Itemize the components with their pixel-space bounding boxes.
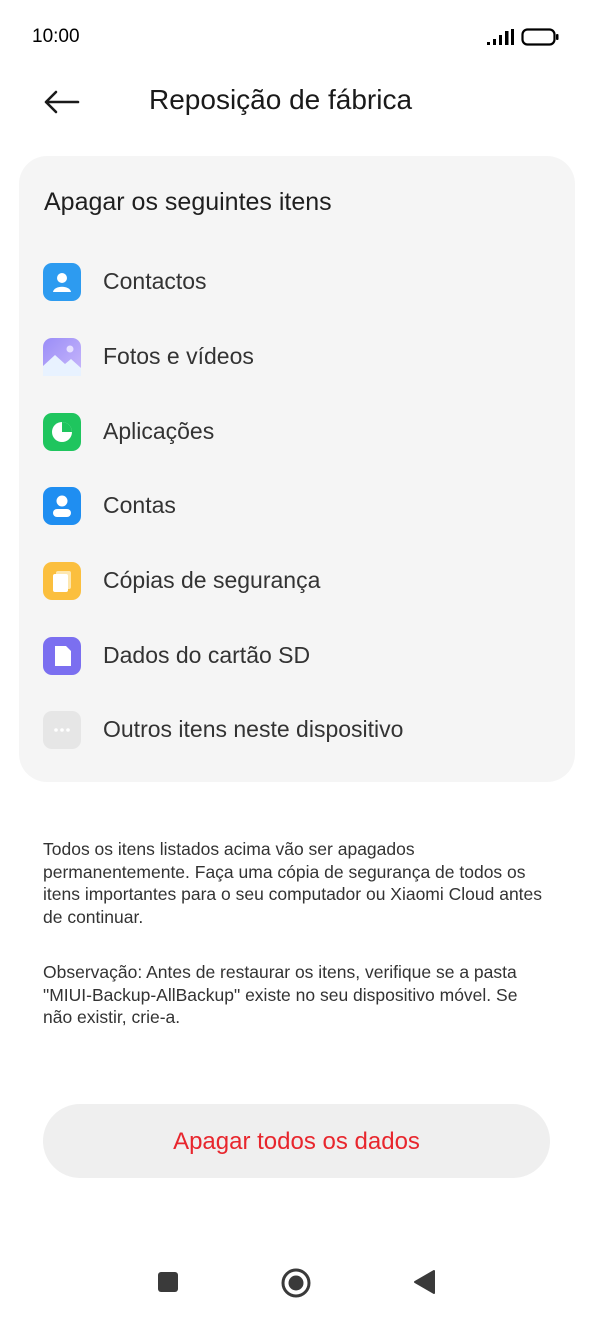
list-item-label: Contactos <box>103 268 207 294</box>
list-item-label: Dados do cartão SD <box>103 642 311 668</box>
app-bar: Reposição de fábrica <box>0 74 593 130</box>
battery-icon <box>521 28 559 46</box>
apps-icon <box>43 413 81 451</box>
status-time: 10:00 <box>32 26 80 47</box>
list-item-backups: Cópias de segurança <box>19 551 575 611</box>
recents-button[interactable] <box>157 1271 179 1293</box>
back-icon <box>414 1270 435 1294</box>
list-item-accounts: Contas <box>19 476 575 536</box>
account-icon <box>43 487 81 525</box>
navigation-bar <box>0 1240 593 1318</box>
backup-icon <box>43 562 81 600</box>
recents-icon <box>158 1272 178 1292</box>
contacts-icon <box>43 263 81 301</box>
card-title: Apagar os seguintes itens <box>44 188 332 216</box>
list-item-label: Fotos e vídeos <box>103 343 254 369</box>
list-item-apps: Aplicações <box>19 402 575 462</box>
more-icon <box>43 711 81 749</box>
home-icon <box>281 1268 311 1298</box>
status-bar: 10:00 <box>0 0 593 74</box>
page-title: Reposição de fábrica <box>149 84 413 115</box>
back-button[interactable] <box>38 82 84 122</box>
signal-icon <box>487 29 514 45</box>
list-item-label: Aplicações <box>103 418 215 444</box>
back-nav-button[interactable] <box>412 1269 436 1295</box>
erase-items-card: Apagar os seguintes itens Contactos Foto… <box>19 156 575 782</box>
list-item-label: Contas <box>103 492 176 518</box>
observation-text: Observação: Antes de restaurar os itens,… <box>43 962 518 1027</box>
erase-all-data-button[interactable]: Apagar todos os dados <box>43 1104 550 1178</box>
list-item-label: Cópias de segurança <box>103 567 321 593</box>
list-item-sd-card: Dados do cartão SD <box>19 626 575 686</box>
home-button[interactable] <box>280 1267 312 1299</box>
sd-card-icon <box>43 637 81 675</box>
list-item-other: Outros itens neste dispositivo <box>19 700 575 760</box>
gallery-icon <box>43 338 81 376</box>
erase-all-data-label: Apagar todos os dados <box>173 1128 420 1155</box>
list-item-label: Outros itens neste dispositivo <box>103 716 404 742</box>
warning-text: Todos os itens listados acima vão ser ap… <box>43 839 543 927</box>
list-item-contacts: Contactos <box>19 252 575 312</box>
list-item-photos: Fotos e vídeos <box>19 327 575 387</box>
arrow-left-icon <box>44 90 80 114</box>
